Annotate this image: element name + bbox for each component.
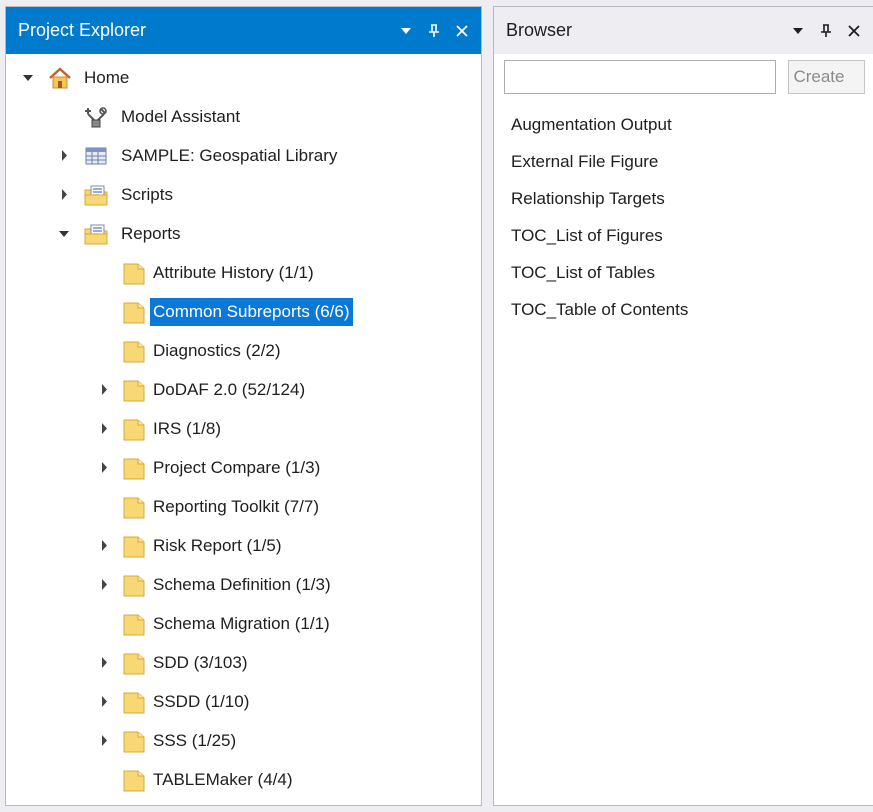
- folder-icon: [122, 417, 146, 441]
- tree-item[interactable]: Schema Definition (1/3): [6, 565, 481, 604]
- folder-icon: [122, 768, 146, 792]
- tree-item-label: Attribute History (1/1): [153, 262, 314, 282]
- folder-icon: [122, 300, 146, 324]
- collapsed-arrow-icon[interactable]: [96, 382, 112, 398]
- tree-item[interactable]: Diagnostics (2/2): [6, 331, 481, 370]
- tree-item-label: SSDD (1/10): [153, 691, 250, 711]
- folder-icon: [122, 651, 146, 675]
- browser-search-input[interactable]: [504, 60, 777, 94]
- tree-item[interactable]: SAMPLE: Geospatial Library: [6, 136, 481, 175]
- tree-item[interactable]: SSDD (1/10): [6, 682, 481, 721]
- pane-menu-chevron-down-icon[interactable]: [395, 20, 417, 42]
- close-icon[interactable]: [451, 20, 473, 42]
- tree-item-label: TABLEMaker (4/4): [153, 769, 293, 789]
- browser-titlebar[interactable]: Browser: [494, 7, 873, 54]
- browser-list-item[interactable]: Relationship Targets: [511, 180, 873, 217]
- tree-item[interactable]: SSS (1/25): [6, 721, 481, 760]
- tree-item[interactable]: Common Subreports (6/6): [6, 292, 481, 331]
- tree-item-label: Common Subreports (6/6): [150, 297, 353, 326]
- tree-item-label: DoDAF 2.0 (52/124): [153, 379, 306, 399]
- folder-icon: [122, 690, 146, 714]
- pane-menu-chevron-down-icon[interactable]: [787, 20, 809, 42]
- collapsed-arrow-icon[interactable]: [96, 538, 112, 554]
- folder-icon: [122, 612, 146, 636]
- folder-icon: [122, 534, 146, 558]
- tree-item-label: Schema Migration (1/1): [153, 613, 330, 633]
- tree-item[interactable]: Project Compare (1/3): [6, 448, 481, 487]
- folder-icon: [122, 339, 146, 363]
- collapsed-arrow-icon[interactable]: [56, 187, 72, 203]
- collapsed-arrow-icon[interactable]: [96, 733, 112, 749]
- browser-list-item[interactable]: Augmentation Output: [511, 106, 873, 143]
- tree-item-label: IRS (1/8): [153, 418, 222, 438]
- tree-item-label: Diagnostics (2/2): [153, 340, 281, 360]
- tree-item-label: Risk Report (1/5): [153, 535, 282, 555]
- home-icon: [48, 66, 72, 90]
- library-icon: [84, 144, 108, 168]
- tree-item-label: Schema Definition (1/3): [153, 574, 331, 594]
- tree-item[interactable]: IRS (1/8): [6, 409, 481, 448]
- pin-icon[interactable]: [423, 20, 445, 42]
- tree-item[interactable]: Schema Migration (1/1): [6, 604, 481, 643]
- browser-list-item[interactable]: TOC_List of Figures: [511, 217, 873, 254]
- tree-item-label: SSS (1/25): [153, 730, 237, 750]
- browser-list-item[interactable]: External File Figure: [511, 143, 873, 180]
- tree-item-label: Project Compare (1/3): [153, 457, 321, 477]
- collapsed-arrow-icon[interactable]: [56, 148, 72, 164]
- tree-item-label: SDD (3/103): [153, 652, 248, 672]
- tree-item[interactable]: SDD (3/103): [6, 643, 481, 682]
- expanded-arrow-icon[interactable]: [56, 226, 72, 242]
- tree-item-label: Home: [84, 67, 130, 87]
- tree-item-label: Reporting Toolkit (7/7): [153, 496, 319, 516]
- reports-folder-icon: [84, 222, 108, 246]
- browser-search-row: Create: [494, 54, 873, 94]
- browser-list-item[interactable]: TOC_List of Tables: [511, 254, 873, 291]
- collapsed-arrow-icon[interactable]: [96, 694, 112, 710]
- tree-item-label: Scripts: [121, 184, 173, 204]
- browser-list: Augmentation Output External File Figure R…: [494, 94, 873, 328]
- tree-item[interactable]: Scripts: [6, 175, 481, 214]
- folder-icon: [122, 456, 146, 480]
- folder-icon: [122, 261, 146, 285]
- tree-item[interactable]: DoDAF 2.0 (52/124): [6, 370, 481, 409]
- tree-item[interactable]: Model Assistant: [6, 97, 481, 136]
- collapsed-arrow-icon[interactable]: [96, 577, 112, 593]
- folder-icon: [122, 573, 146, 597]
- project-explorer-titlebar[interactable]: Project Explorer: [6, 7, 481, 54]
- pin-icon[interactable]: [815, 20, 837, 42]
- tree-item[interactable]: Attribute History (1/1): [6, 253, 481, 292]
- project-explorer-pane: Project Explorer Home Model Assistant SAMP…: [5, 6, 482, 806]
- tree-item[interactable]: Risk Report (1/5): [6, 526, 481, 565]
- collapsed-arrow-icon[interactable]: [96, 421, 112, 437]
- tree-item[interactable]: Reports: [6, 214, 481, 253]
- folder-icon: [122, 495, 146, 519]
- browser-pane: Browser Create Augmentation Output Extern…: [493, 6, 873, 806]
- expanded-arrow-icon[interactable]: [20, 70, 36, 86]
- collapsed-arrow-icon[interactable]: [96, 655, 112, 671]
- folder-icon: [122, 729, 146, 753]
- scripts-folder-icon: [84, 183, 108, 207]
- collapsed-arrow-icon[interactable]: [96, 460, 112, 476]
- project-explorer-title: Project Explorer: [18, 20, 147, 40]
- browser-title: Browser: [506, 20, 573, 40]
- tree-item[interactable]: Home: [6, 58, 481, 97]
- tree-item-label: Reports: [121, 223, 181, 243]
- project-tree: Home Model Assistant SAMPLE: Geospatial Li…: [6, 54, 481, 799]
- tree-item[interactable]: Reporting Toolkit (7/7): [6, 487, 481, 526]
- close-icon[interactable]: [843, 20, 865, 42]
- folder-icon: [122, 378, 146, 402]
- browser-list-item[interactable]: TOC_Table of Contents: [511, 291, 873, 328]
- create-button[interactable]: Create: [788, 60, 865, 94]
- tree-item[interactable]: TABLEMaker (4/4): [6, 760, 481, 799]
- tree-item-label: SAMPLE: Geospatial Library: [121, 145, 338, 165]
- tree-item-label: Model Assistant: [121, 106, 241, 126]
- model-assistant-icon: [84, 105, 108, 129]
